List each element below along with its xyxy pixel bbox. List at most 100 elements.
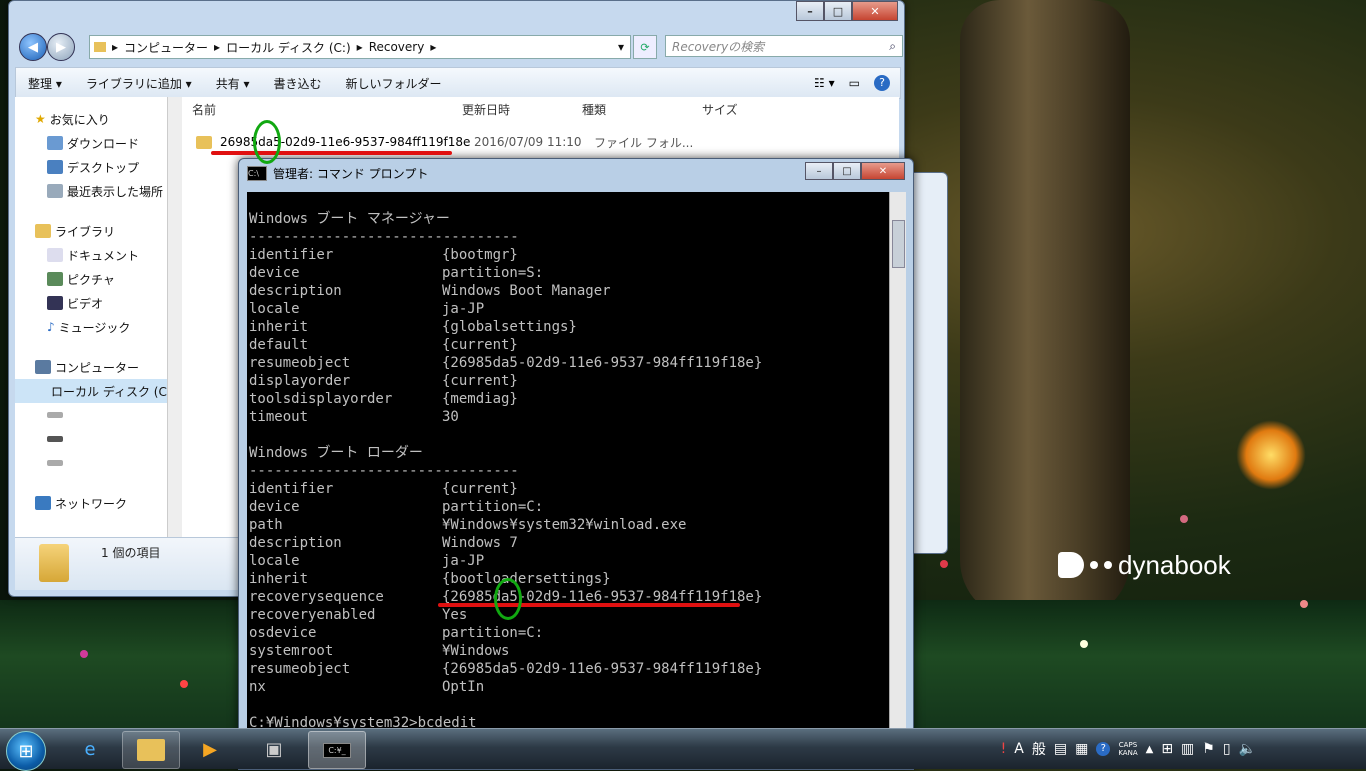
bcd-entry: systemroot ¥Windows <box>249 642 509 660</box>
nav-favorites[interactable]: ★ お気に入り <box>15 107 167 131</box>
scroll-thumb[interactable] <box>892 220 905 268</box>
search-placeholder: Recoveryの検索 <box>672 39 765 54</box>
windows-flag-icon[interactable]: ⊞ <box>1161 741 1173 757</box>
network-icon[interactable]: ▥ <box>1181 741 1194 757</box>
nav-network[interactable]: ネットワーク <box>15 491 167 515</box>
alert-icon[interactable]: ! <box>1001 741 1007 757</box>
volume-icon[interactable]: 🔈 <box>1239 741 1256 757</box>
column-type[interactable]: 種類 <box>582 97 606 121</box>
recent-places-icon <box>47 184 63 198</box>
back-button[interactable]: ◀ <box>19 33 47 61</box>
minimize-button[interactable]: – <box>796 1 824 21</box>
ime-pad-icon[interactable]: ▦ <box>1075 741 1088 757</box>
bcd-key: recoverysequence <box>249 589 384 605</box>
column-name[interactable]: 名前 <box>192 97 216 121</box>
bcd-entry: path ¥Windows¥system32¥winload.exe <box>249 516 686 534</box>
nav-videos[interactable]: ビデオ <box>15 291 167 315</box>
close-button[interactable]: ✕ <box>861 162 905 180</box>
bcd-entry: inherit {globalsettings} <box>249 318 577 336</box>
nav-recent[interactable]: 最近表示した場所 <box>15 179 167 203</box>
tray-expand-icon[interactable]: ▲ <box>1146 744 1154 755</box>
nav-pictures[interactable]: ピクチャ <box>15 267 167 291</box>
command-bar: 整理 ▾ ライブラリに追加 ▾ 共有 ▾ 書き込む 新しいフォルダー ☷ ▾ ▭… <box>15 67 901 99</box>
close-button[interactable]: ✕ <box>852 1 898 21</box>
chevron-down-icon[interactable]: ▾ <box>618 40 624 54</box>
file-type: ファイル フォル... <box>594 135 694 150</box>
power-icon[interactable]: ▯ <box>1223 741 1231 757</box>
column-modified[interactable]: 更新日時 <box>462 97 510 121</box>
refresh-icon[interactable]: ⟳ <box>633 35 657 59</box>
internet-explorer-icon[interactable]: e <box>62 731 118 767</box>
bcd-value: Windows Boot Manager <box>442 283 611 299</box>
bcd-value: partition=C: <box>442 625 544 641</box>
cmd-icon: C:\ <box>247 166 267 181</box>
bcd-key: default <box>249 337 309 353</box>
bcd-value: Yes <box>442 607 468 623</box>
console-output[interactable]: Windows ブート マネージャー ----------------------… <box>247 192 889 769</box>
breadcrumb-computer[interactable]: コンピューター <box>124 39 208 56</box>
cmd-scrollbar[interactable] <box>889 192 906 769</box>
view-options-icon[interactable]: ☷ ▾ <box>814 76 835 90</box>
burn-button[interactable]: 書き込む <box>262 75 334 92</box>
ime-conversion-mode[interactable]: 般 <box>1032 739 1046 759</box>
bcd-key: description <box>249 535 342 551</box>
section-header: Windows ブート マネージャー <box>249 211 450 227</box>
search-icon[interactable]: ⌕ <box>889 39 896 54</box>
bcd-value: {bootloadersettings} <box>442 571 611 587</box>
documents-icon <box>47 248 63 262</box>
new-folder-button[interactable]: 新しいフォルダー <box>334 75 454 92</box>
nav-drive-3[interactable] <box>15 427 167 451</box>
minimize-button[interactable]: – <box>805 162 833 180</box>
cmd-taskbar-button[interactable]: C:¥_ <box>308 731 366 769</box>
annotation-circle <box>253 120 281 164</box>
bcd-entry: displayorder {current} <box>249 372 518 390</box>
add-to-library-menu[interactable]: ライブラリに追加 ▾ <box>74 75 204 92</box>
media-player-icon[interactable]: ▶ <box>182 731 238 767</box>
bcd-value: {globalsettings} <box>442 319 577 335</box>
address-bar[interactable]: ▸ コンピューター ▸ ローカル ディスク (C:) ▸ Recovery ▸ … <box>89 35 631 59</box>
recovery-tool-icon[interactable]: ▣ <box>246 731 302 767</box>
drive-icon <box>47 460 63 466</box>
bcd-entry: identifier {bootmgr} <box>249 246 518 264</box>
nav-scrollbar[interactable] <box>167 97 182 537</box>
preview-pane-icon[interactable]: ▭ <box>849 76 860 90</box>
nav-desktop[interactable]: デスクトップ <box>15 155 167 179</box>
nav-libraries[interactable]: ライブラリ <box>15 219 167 243</box>
flower <box>80 650 88 658</box>
bcd-entry: inherit {bootloadersettings} <box>249 570 611 588</box>
bcd-key: systemroot <box>249 643 334 659</box>
nav-drive-2[interactable] <box>15 403 167 427</box>
ime-input-mode[interactable]: A <box>1014 741 1024 757</box>
nav-computer[interactable]: コンピューター <box>15 355 167 379</box>
explorer-taskbar-button[interactable] <box>122 731 180 769</box>
nav-local-disk[interactable]: ローカル ディスク (C:) <box>15 379 167 403</box>
bcd-key: nx <box>249 679 266 695</box>
breadcrumb-recovery[interactable]: Recovery <box>369 40 425 54</box>
organize-menu[interactable]: 整理 ▾ <box>16 75 74 92</box>
share-menu[interactable]: 共有 ▾ <box>204 75 262 92</box>
bcd-entry: locale ja-JP <box>249 300 484 318</box>
ime-toolbox-icon[interactable]: ▤ <box>1054 741 1067 757</box>
maximize-button[interactable]: □ <box>833 162 861 180</box>
maximize-button[interactable]: □ <box>824 1 852 21</box>
column-size[interactable]: サイズ <box>702 97 738 121</box>
breadcrumb-sep: ▸ <box>214 40 221 54</box>
action-center-icon[interactable]: ⚑ <box>1202 741 1215 757</box>
help-icon[interactable]: ? <box>874 75 890 91</box>
bcd-key: inherit <box>249 571 309 587</box>
nav-documents[interactable]: ドキュメント <box>15 243 167 267</box>
drive-icon <box>47 436 63 442</box>
bcd-value: {current} <box>442 337 518 353</box>
flower <box>180 680 188 688</box>
nav-downloads[interactable]: ダウンロード <box>15 131 167 155</box>
nav-drive-4[interactable] <box>15 451 167 475</box>
search-input[interactable]: Recoveryの検索 ⌕ <box>665 35 903 57</box>
help-icon[interactable]: ? <box>1096 742 1111 756</box>
start-button[interactable]: ⊞ <box>6 731 46 771</box>
folder-icon <box>196 135 212 149</box>
flower <box>1080 640 1088 648</box>
bcd-key: locale <box>249 553 300 569</box>
forward-button[interactable]: ▶ <box>47 33 75 61</box>
nav-music[interactable]: ♪ ミュージック <box>15 315 167 339</box>
breadcrumb-local-disk[interactable]: ローカル ディスク (C:) <box>226 39 351 56</box>
